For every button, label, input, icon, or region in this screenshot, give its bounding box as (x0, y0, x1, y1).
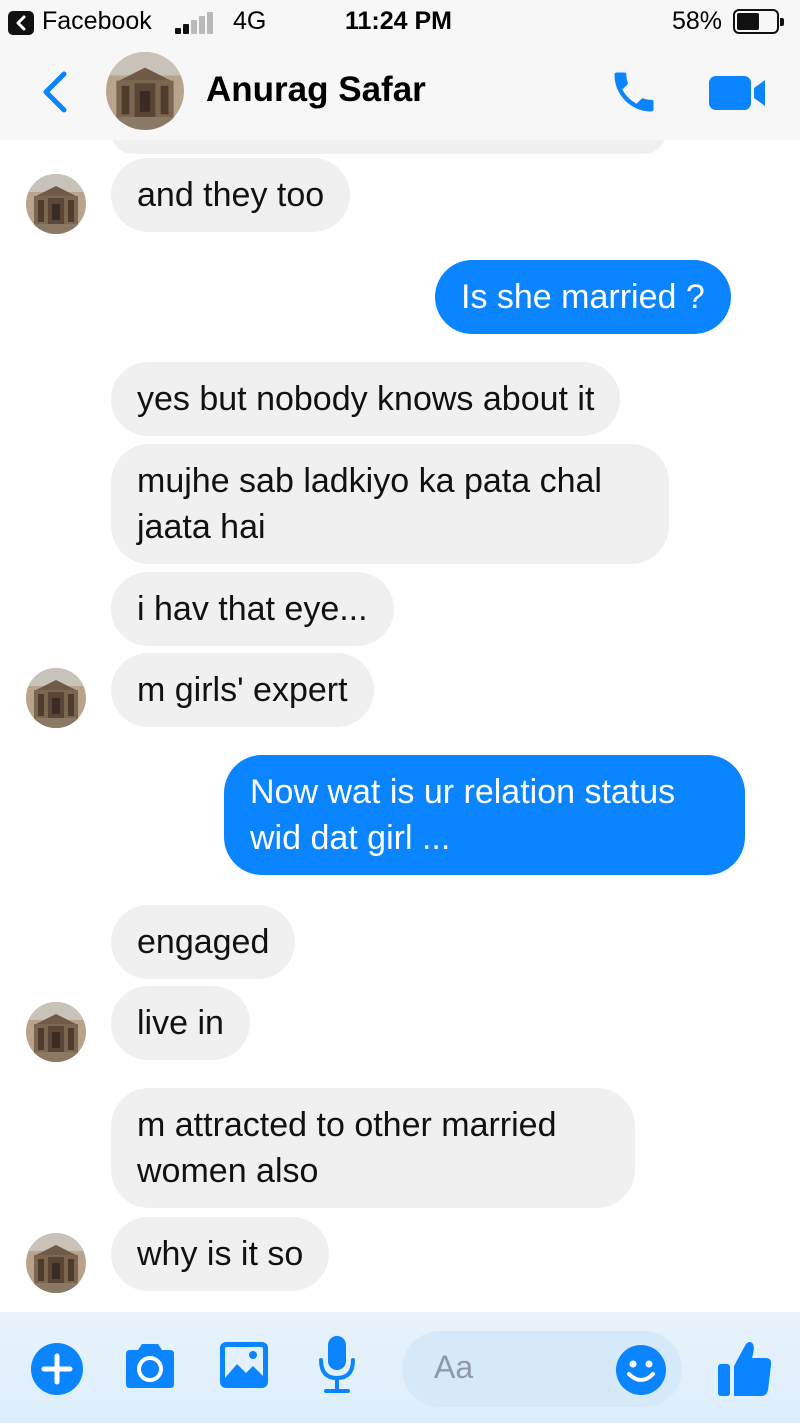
back-app-label[interactable]: Facebook (42, 7, 152, 36)
camera-icon (126, 1344, 174, 1388)
message-bubble-outgoing: Now wat is ur relation status wid dat gi… (224, 755, 745, 875)
message-line: mujhe sab ladkiyo ka pata chal (137, 462, 602, 500)
clock: 11:24 PM (345, 7, 453, 35)
message-input[interactable]: Aa (402, 1331, 682, 1407)
back-button[interactable] (36, 68, 72, 116)
message-list[interactable]: and they too Is she married ? yes but no… (0, 140, 800, 1312)
emoji-icon (616, 1345, 666, 1395)
phone-icon (614, 72, 654, 112)
contact-avatar-small (26, 174, 86, 234)
message-line: jaata hai (137, 508, 266, 546)
message-bubble-incoming: yes but nobody knows about it (111, 362, 621, 436)
message-bubble-partial (111, 140, 666, 154)
video-call-button[interactable] (707, 72, 769, 114)
battery-percent: 58% (672, 7, 723, 35)
message-bubble-incoming: mujhe sab ladkiyo ka pata chal jaata hai (111, 444, 669, 564)
status-bar: Facebook 4G 11:24 PM 58% (0, 0, 800, 44)
gallery-button[interactable] (218, 1340, 270, 1395)
more-actions-button[interactable] (30, 1342, 84, 1401)
contact-avatar-small (26, 1002, 86, 1062)
conversation-header: Anurag Safar (0, 44, 800, 140)
chevron-left-icon (16, 15, 26, 31)
plus-icon (31, 1343, 83, 1395)
voice-message-button[interactable] (316, 1334, 358, 1401)
video-camera-icon (709, 76, 765, 110)
image-icon (220, 1342, 268, 1388)
camera-button[interactable] (122, 1340, 178, 1397)
message-bubble-incoming: engaged (111, 905, 296, 979)
like-button[interactable] (716, 1338, 774, 1400)
back-to-app-button[interactable] (8, 11, 34, 35)
message-bubble-incoming: m girls' expert (111, 653, 374, 727)
composer-bar: Aa (0, 1312, 800, 1423)
chevron-left-icon (43, 71, 67, 113)
message-bubble-incoming: and they too (111, 158, 351, 232)
message-line: wid dat girl ... (250, 819, 451, 857)
message-line: women also (137, 1152, 319, 1190)
contact-name[interactable]: Anurag Safar (206, 70, 426, 110)
message-bubble-incoming: live in (111, 986, 250, 1060)
message-bubble-outgoing: Is she married ? (435, 260, 731, 334)
contact-avatar-small (26, 1233, 86, 1293)
thumbs-up-icon (718, 1342, 772, 1396)
contact-avatar[interactable] (106, 52, 184, 130)
voice-call-button[interactable] (606, 66, 662, 118)
message-bubble-incoming: i hav that eye... (111, 572, 394, 646)
message-input-placeholder: Aa (434, 1349, 474, 1385)
message-line: Now wat is ur relation status (250, 773, 676, 811)
message-line: m attracted to other married (137, 1106, 557, 1144)
microphone-icon (319, 1336, 355, 1393)
battery-icon (733, 9, 784, 34)
message-bubble-incoming: m attracted to other married women also (111, 1088, 635, 1208)
contact-avatar-small (26, 668, 86, 728)
network-type: 4G (233, 7, 267, 35)
signal-strength-icon (175, 12, 215, 34)
message-bubble-incoming: why is it so (111, 1217, 330, 1291)
emoji-button[interactable] (614, 1343, 668, 1397)
